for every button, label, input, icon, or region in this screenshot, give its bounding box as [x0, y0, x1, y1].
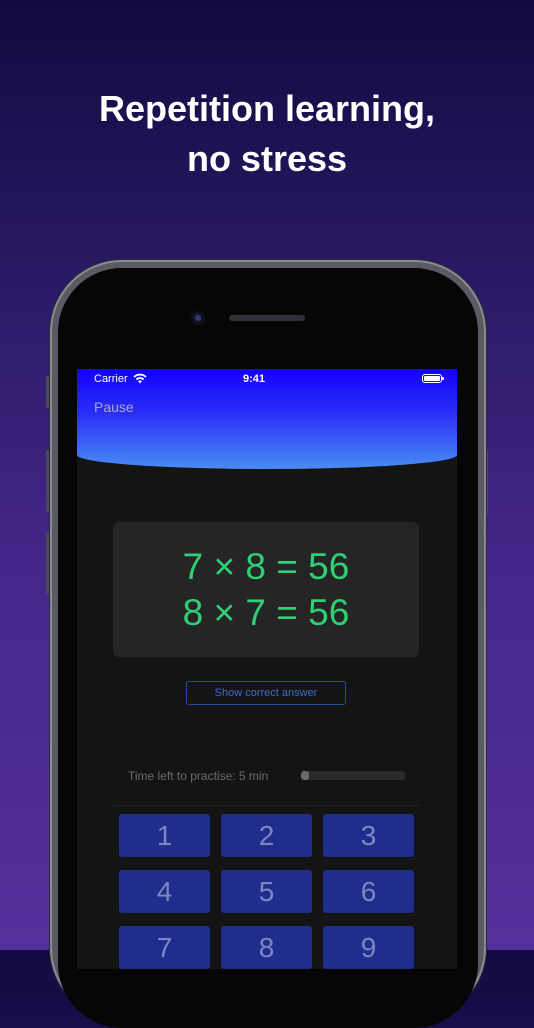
time-left-progress-fill	[301, 771, 310, 780]
earpiece-speaker	[229, 315, 305, 321]
keypad-key-1[interactable]: 1	[119, 814, 210, 857]
keypad-key-2[interactable]: 2	[221, 814, 312, 857]
headline-line-2: no stress	[186, 138, 348, 179]
keypad-key-3[interactable]: 3	[323, 814, 414, 857]
equation-line-2: 8 × 7 = 56	[182, 592, 350, 633]
status-bar: Carrier 9:41	[77, 369, 457, 389]
show-correct-answer-button[interactable]: Show correct answer	[186, 681, 346, 705]
keypad-key-8[interactable]: 8	[221, 926, 312, 969]
keypad-key-6[interactable]: 6	[323, 870, 414, 913]
question-card: 7 × 8 = 56 8 × 7 = 56	[113, 522, 419, 657]
keypad-key-9[interactable]: 9	[323, 926, 414, 969]
time-left-label: Time left to practise: 5 min	[128, 769, 269, 783]
divider	[113, 805, 419, 806]
front-camera-icon	[191, 311, 205, 325]
keypad-key-5[interactable]: 5	[221, 870, 312, 913]
equation-line-1: 7 × 8 = 56	[182, 546, 350, 587]
keypad-key-7[interactable]: 7	[119, 926, 210, 969]
keypad-key-4[interactable]: 4	[119, 870, 210, 913]
phone-screen: Carrier 9:41 Pause 7 × 8 = 56 8 × 7 = 56…	[77, 369, 457, 969]
pause-button[interactable]: Pause	[94, 399, 134, 415]
headline-line-1: Repetition learning,	[98, 88, 436, 129]
clock: 9:41	[242, 373, 266, 385]
headline: Repetition learning, no stress	[0, 84, 534, 184]
time-left-progress-bar	[301, 771, 405, 780]
battery-icon	[422, 374, 444, 383]
